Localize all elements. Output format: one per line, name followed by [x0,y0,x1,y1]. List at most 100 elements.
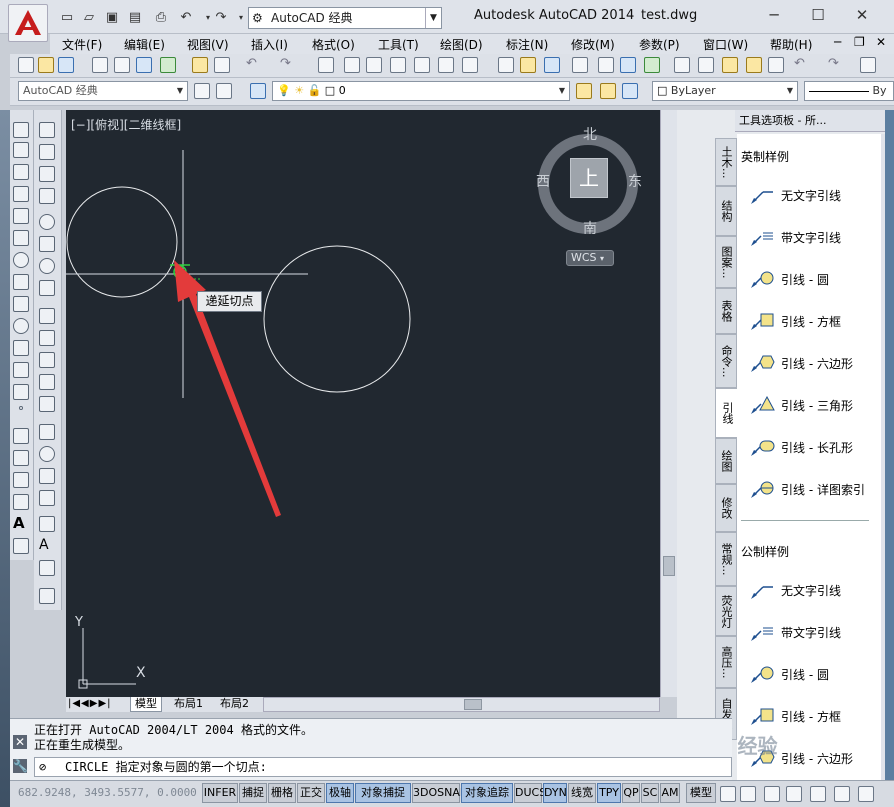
revcloud-icon[interactable] [13,274,29,290]
status-infer[interactable]: INFER [202,783,238,803]
palette-item[interactable]: 引线 - 六边形 [749,354,853,374]
palette-tab-draw[interactable]: 绘图 [715,438,737,484]
palette-item[interactable]: 引线 - 圆 [749,665,829,685]
menu-window[interactable]: 窗口(W) [703,36,748,53]
matchprop2-icon[interactable] [746,57,762,73]
palette-tab-command[interactable]: 命令... [715,334,737,388]
undo-icon[interactable]: ↶ [246,57,262,73]
palette-tab-leaders[interactable]: 引线 [715,388,737,438]
sheetset-icon[interactable] [438,57,454,73]
lock-icon[interactable] [834,786,850,802]
qnew-icon[interactable] [18,57,34,73]
copy-icon[interactable] [698,57,714,73]
3d-dwf2-icon[interactable] [644,57,660,73]
tab-layout1[interactable]: 布局1 [170,697,207,712]
menu-tools[interactable]: 工具(T) [378,36,419,53]
menu-file[interactable]: 文件(F) [62,36,102,53]
center-mark-icon[interactable] [39,446,55,462]
polyline-icon[interactable] [13,164,29,180]
tolerance-icon[interactable] [39,424,55,440]
horizontal-scrollbar[interactable] [263,697,660,712]
inspect-icon[interactable] [39,468,55,484]
pan2-icon[interactable] [860,57,876,73]
palette-item[interactable]: 无文字引线 [749,581,841,601]
close-icon[interactable]: ✕ [13,735,27,749]
save-icon[interactable] [58,57,74,73]
circle-left[interactable] [66,186,178,298]
viewcube-east[interactable]: 东 [628,171,642,191]
ellipse-icon[interactable] [13,318,29,334]
rectangle-icon[interactable] [13,208,29,224]
spline-icon[interactable] [13,296,29,312]
redo-icon[interactable]: ↷ [212,8,230,26]
redo2-icon[interactable]: ↷ [828,57,844,73]
dim-style-icon[interactable] [39,588,55,604]
linetype-combo[interactable]: By [804,81,894,101]
status-sc[interactable]: SC [641,783,659,803]
preview-icon[interactable] [114,57,130,73]
status-qp[interactable]: QP [622,783,640,803]
quick-view-drawings-icon[interactable] [740,786,756,802]
horizontal-scroll-thumb[interactable] [464,699,482,710]
dim-radius-icon[interactable] [39,214,55,230]
mtext-icon[interactable]: A [13,516,29,532]
block-editor2-icon[interactable] [768,57,784,73]
cut-icon[interactable] [674,57,690,73]
ellipse-arc-icon[interactable] [13,340,29,356]
workspace-switch-icon[interactable] [810,786,826,802]
dim-edit-icon[interactable] [39,516,55,532]
calculator-icon[interactable] [462,57,478,73]
region-icon[interactable] [13,472,29,488]
autocad-logo-button[interactable] [8,4,48,42]
close-button[interactable]: ✕ [846,4,878,28]
status-tpy[interactable]: TPY [597,783,621,803]
circle-right[interactable] [263,245,411,393]
construction-line-icon[interactable] [13,142,29,158]
menu-modify[interactable]: 修改(M) [571,36,615,53]
open-icon[interactable]: ▱ [80,8,98,26]
layer-properties-icon[interactable] [250,83,266,99]
dim-aligned-icon[interactable] [39,144,55,160]
make-block-icon[interactable] [13,384,29,400]
tab-nav-arrows[interactable]: |◀◀▶▶| [68,697,112,711]
menu-parametric[interactable]: 参数(P) [639,36,680,53]
viewcube-west[interactable]: 西 [536,171,550,191]
save2-icon[interactable] [544,57,560,73]
polygon-icon[interactable] [13,186,29,202]
workspace-combo[interactable]: AutoCAD 经典 ▼ [18,81,188,101]
palette-tab-high-pressure[interactable]: 高压... [715,636,737,688]
dim-break-icon[interactable] [39,396,55,412]
coordinate-readout[interactable]: 682.9248, 3493.5577, 0.0000 [18,786,197,799]
palette-tab-fluorescent[interactable]: 荧光灯 [715,586,737,636]
tab-layout2[interactable]: 布局2 [216,697,253,712]
grid-icon[interactable] [344,57,360,73]
status-polar[interactable]: 极轴 [326,783,354,803]
palette-item[interactable]: 带文字引线 [749,623,841,643]
dim-update-icon[interactable] [39,560,55,576]
publish2-icon[interactable] [620,57,636,73]
pan-icon[interactable] [318,57,334,73]
drawing-canvas[interactable]: [−][俯视][二维线框] Y X 递延切点 上 北 南 东 西 WCS ▾ [66,110,660,697]
dim-space-icon[interactable] [39,374,55,390]
status-3dosnap[interactable]: 3DOSNAP [412,783,467,803]
status-dyn[interactable]: DYN [543,783,567,803]
dim-jogged-icon[interactable] [39,236,55,252]
print-icon[interactable]: ⎙ [152,8,170,26]
publish-icon[interactable] [136,57,152,73]
insert-block-icon[interactable] [13,362,29,378]
gradient-icon[interactable] [13,450,29,466]
palette-tab-civil[interactable]: 土木... [715,138,737,186]
status-osnap[interactable]: 对象捕捉 [355,783,411,803]
menu-dimension[interactable]: 标注(N) [506,36,548,53]
toolpalette-icon[interactable] [414,57,430,73]
properties-icon[interactable] [366,57,382,73]
command-input[interactable]: ⊘ CIRCLE 指定对象与圆的第一个切点: [34,757,732,777]
customize-icon[interactable] [216,83,232,99]
menu-view[interactable]: 视图(V) [187,36,229,53]
wcs-menu[interactable]: WCS ▾ [566,250,614,266]
palette-tab-tables[interactable]: 表格 [715,288,737,334]
color-combo[interactable]: □ ByLayer ▼ [652,81,798,101]
point-icon[interactable] [19,406,23,410]
palette-item[interactable]: 引线 - 圆 [749,270,829,290]
menu-draw[interactable]: 绘图(D) [440,36,483,53]
